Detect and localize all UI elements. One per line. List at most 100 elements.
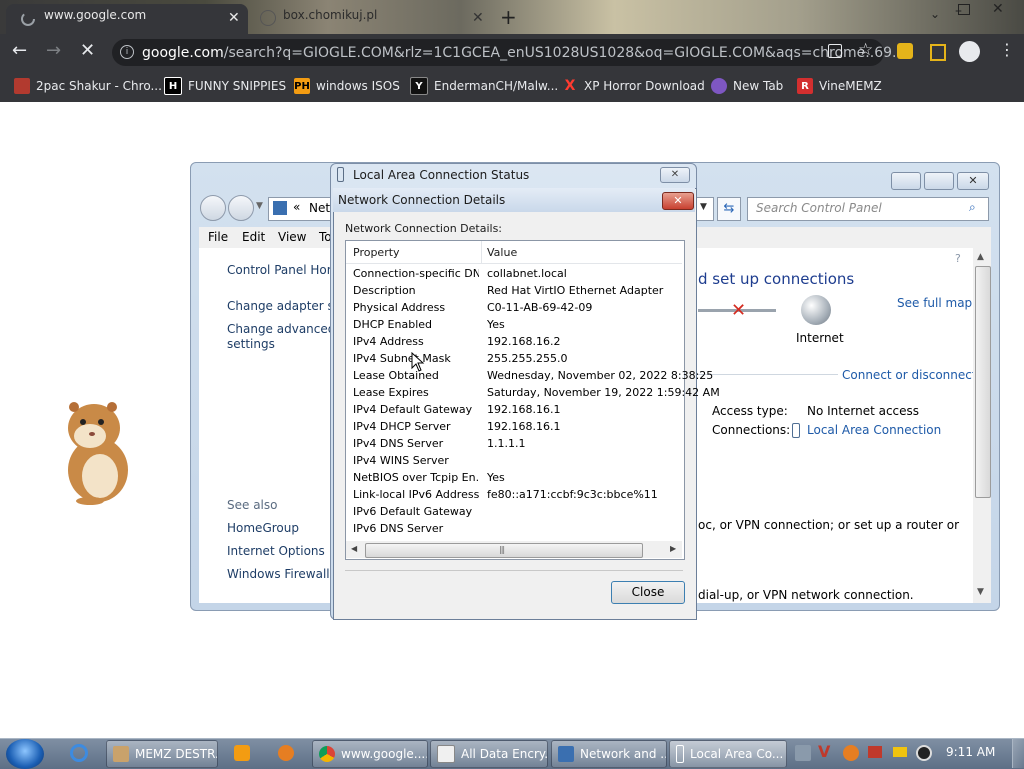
column-header-value[interactable]: Value	[487, 246, 517, 259]
close-window-icon[interactable]: ✕	[992, 1, 1004, 17]
property-cell: IPv6 DNS Server	[353, 522, 444, 535]
tab-close-icon[interactable]: ✕	[472, 10, 484, 26]
nav-back-button[interactable]	[200, 195, 226, 221]
task-description-1: oc, or VPN connection; or set up a route…	[698, 518, 960, 532]
menu-kebab-icon[interactable]: ⋮	[999, 40, 1015, 59]
tab-close-icon[interactable]: ✕	[228, 10, 240, 26]
bookmark-star-icon[interactable]: ☆	[858, 40, 873, 60]
dialog-close-button[interactable]: ✕	[662, 192, 694, 210]
taskbar-item-local-area[interactable]: Local Area Co...	[669, 740, 787, 768]
scroll-thumb[interactable]	[975, 266, 991, 498]
link-connect-or-disconnect[interactable]: Connect or disconnect	[842, 368, 977, 382]
tab-search-icon[interactable]: ⌄	[930, 7, 940, 21]
lac-close-button[interactable]: ✕	[660, 167, 690, 183]
scroll-left-arrow-icon[interactable]: ◀	[351, 544, 357, 553]
profile-avatar-icon[interactable]	[959, 41, 980, 62]
table-row[interactable]: IPv4 Subnet Mask 255.255.255.0	[346, 350, 682, 367]
taskbar-clock[interactable]: 9:11 AM	[946, 745, 995, 759]
minimize-button[interactable]	[891, 172, 921, 190]
taskbar-item-memz[interactable]: MEMZ DESTR...	[106, 740, 218, 768]
link-control-panel-home[interactable]: Control Panel Hom	[227, 263, 338, 277]
bookmark-vinememz[interactable]: R VineMEMZ	[797, 76, 882, 96]
link-local-area-connection[interactable]: Local Area Connection	[807, 423, 941, 437]
scroll-up-arrow-icon[interactable]: ▲	[977, 252, 984, 262]
scroll-right-arrow-icon[interactable]: ▶	[670, 544, 676, 553]
menu-file[interactable]: File	[208, 230, 228, 244]
link-windows-firewall[interactable]: Windows Firewall	[227, 567, 330, 581]
bookmark-xp-horror[interactable]: X XP Horror Download	[562, 76, 705, 96]
taskbar-item-all-data[interactable]: All Data Encry...	[430, 740, 548, 768]
bookmark-new-tab[interactable]: New Tab	[711, 76, 783, 96]
taskbar-item-chrome[interactable]: www.google....	[312, 740, 428, 768]
menu-view[interactable]: View	[278, 230, 306, 244]
close-button[interactable]: Close	[611, 581, 685, 604]
link-see-full-map[interactable]: See full map	[897, 296, 972, 310]
tray-fire-icon[interactable]	[843, 745, 859, 761]
table-row[interactable]: NetBIOS over Tcpip En... Yes	[346, 469, 682, 486]
lac-window-title: Local Area Connection Status	[353, 168, 530, 182]
start-button[interactable]	[6, 739, 44, 769]
taskbar-label: MEMZ DESTR...	[135, 747, 218, 761]
value-cell: fe80::a171:ccbf:9c3c:bbce%11	[487, 488, 658, 501]
table-row[interactable]: Description Red Hat VirtIO Ethernet Adapt…	[346, 282, 682, 299]
link-internet-options[interactable]: Internet Options	[227, 544, 325, 558]
bookmark-2pac[interactable]: 2pac Shakur - Chro...	[14, 76, 162, 96]
link-homegroup[interactable]: HomeGroup	[227, 521, 299, 535]
bookmark-endermanch[interactable]: Y EndermanCH/Malw...	[410, 76, 558, 96]
side-panel-icon[interactable]	[930, 44, 946, 61]
table-row[interactable]: Physical Address C0-11-AB-69-42-09	[346, 299, 682, 316]
tray-volume-icon[interactable]	[916, 745, 932, 761]
window-close-button[interactable]: ✕	[957, 172, 989, 190]
table-row[interactable]: Lease Expires Saturday, November 19, 2022…	[346, 384, 720, 401]
taskbar-item-network[interactable]: Network and ...	[551, 740, 667, 768]
table-row[interactable]: IPv4 WINS Server	[346, 452, 682, 469]
table-row[interactable]: Connection-specific DN... collabnet.local	[346, 265, 682, 282]
stop-icon[interactable]: ✕	[80, 40, 95, 61]
bookmark-windows-isos[interactable]: PH windows ISOS	[294, 76, 400, 96]
menu-edit[interactable]: Edit	[242, 230, 265, 244]
bookmark-funny-snippies[interactable]: H FUNNY SNIPPIES	[164, 76, 286, 96]
internet-explorer-icon[interactable]	[70, 744, 88, 762]
link-change-advanced-sharing-2[interactable]: settings	[227, 337, 275, 351]
table-row[interactable]: IPv4 Address 192.168.16.2	[346, 333, 682, 350]
tab-chomikuj-title: box.chomikuj.pl	[283, 8, 378, 22]
table-row[interactable]: Lease Obtained Wednesday, November 02, 20…	[346, 367, 713, 384]
table-row[interactable]: IPv4 DNS Server 1.1.1.1	[346, 435, 682, 452]
nav-forward-button[interactable]	[228, 195, 254, 221]
link-change-advanced-sharing[interactable]: Change advanced s	[227, 322, 345, 336]
extensions-icon[interactable]	[897, 43, 913, 59]
recent-pages-chevron-icon[interactable]: ▼	[256, 201, 263, 211]
help-icon[interactable]: ?	[955, 252, 961, 265]
back-arrow-icon[interactable]: ←	[12, 40, 27, 61]
new-tab-icon[interactable]: +	[500, 5, 517, 29]
property-cell: Connection-specific DN...	[353, 267, 479, 280]
column-header-property[interactable]: Property	[353, 246, 400, 259]
table-row[interactable]: Link-local IPv6 Address fe80::a171:ccbf:9…	[346, 486, 682, 503]
restore-window-icon[interactable]	[958, 4, 970, 15]
table-row[interactable]: DHCP Enabled Yes	[346, 316, 682, 333]
share-icon[interactable]	[828, 44, 842, 58]
forward-arrow-icon[interactable]: →	[46, 40, 61, 61]
refresh-icon[interactable]: ⇆	[717, 197, 741, 221]
table-row[interactable]: IPv4 Default Gateway 192.168.16.1	[346, 401, 682, 418]
breadcrumb-overflow[interactable]: «	[293, 200, 300, 214]
show-desktop-button[interactable]	[1012, 739, 1024, 768]
column-divider[interactable]	[481, 241, 482, 263]
table-row[interactable]: IPv6 DNS Server	[346, 520, 682, 537]
maximize-button[interactable]	[924, 172, 954, 190]
tray-yellow-icon[interactable]	[893, 747, 907, 757]
search-icon[interactable]: ⌕	[969, 200, 976, 215]
tray-flag-icon[interactable]	[868, 746, 882, 758]
tray-network-icon[interactable]	[795, 745, 811, 761]
tray-v-icon[interactable]: V	[818, 742, 830, 761]
link-change-adapter-settings[interactable]: Change adapter set	[227, 299, 346, 313]
scroll-down-arrow-icon[interactable]: ▼	[977, 587, 984, 597]
address-dropdown-chevron-icon[interactable]: ▼	[700, 202, 707, 212]
paint-icon[interactable]	[278, 745, 294, 761]
table-row[interactable]: IPv6 Default Gateway	[346, 503, 682, 520]
breadcrumb-network[interactable]: Net	[309, 201, 330, 215]
site-info-icon[interactable]: i	[120, 45, 134, 59]
table-row[interactable]: IPv4 DHCP Server 192.168.16.1	[346, 418, 682, 435]
loading-spinner-icon	[20, 11, 36, 27]
media-player-icon[interactable]	[234, 745, 250, 761]
